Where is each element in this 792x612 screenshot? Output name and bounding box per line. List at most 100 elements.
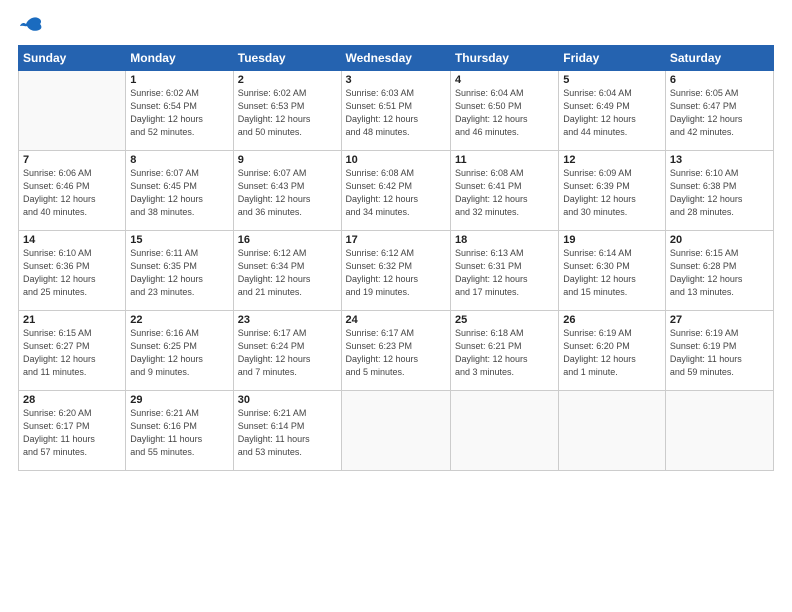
calendar-header-saturday: Saturday bbox=[665, 46, 773, 71]
calendar-cell: 25Sunrise: 6:18 AM Sunset: 6:21 PM Dayli… bbox=[450, 311, 558, 391]
day-number: 8 bbox=[130, 154, 228, 166]
calendar-header-sunday: Sunday bbox=[19, 46, 126, 71]
day-number: 15 bbox=[130, 234, 228, 246]
day-number: 4 bbox=[455, 74, 554, 86]
day-number: 11 bbox=[455, 154, 554, 166]
day-number: 3 bbox=[346, 74, 446, 86]
day-info: Sunrise: 6:04 AM Sunset: 6:50 PM Dayligh… bbox=[455, 87, 554, 139]
day-info: Sunrise: 6:15 AM Sunset: 6:28 PM Dayligh… bbox=[670, 247, 769, 299]
calendar-header-wednesday: Wednesday bbox=[341, 46, 450, 71]
calendar-cell: 27Sunrise: 6:19 AM Sunset: 6:19 PM Dayli… bbox=[665, 311, 773, 391]
calendar-cell: 21Sunrise: 6:15 AM Sunset: 6:27 PM Dayli… bbox=[19, 311, 126, 391]
day-info: Sunrise: 6:12 AM Sunset: 6:34 PM Dayligh… bbox=[238, 247, 337, 299]
day-number: 12 bbox=[563, 154, 661, 166]
calendar-cell bbox=[450, 391, 558, 471]
day-info: Sunrise: 6:13 AM Sunset: 6:31 PM Dayligh… bbox=[455, 247, 554, 299]
day-info: Sunrise: 6:06 AM Sunset: 6:46 PM Dayligh… bbox=[23, 167, 121, 219]
calendar-cell: 15Sunrise: 6:11 AM Sunset: 6:35 PM Dayli… bbox=[126, 231, 233, 311]
day-number: 22 bbox=[130, 314, 228, 326]
day-number: 26 bbox=[563, 314, 661, 326]
day-number: 30 bbox=[238, 394, 337, 406]
day-info: Sunrise: 6:05 AM Sunset: 6:47 PM Dayligh… bbox=[670, 87, 769, 139]
calendar-cell: 29Sunrise: 6:21 AM Sunset: 6:16 PM Dayli… bbox=[126, 391, 233, 471]
calendar-cell: 19Sunrise: 6:14 AM Sunset: 6:30 PM Dayli… bbox=[559, 231, 666, 311]
calendar-header-row: SundayMondayTuesdayWednesdayThursdayFrid… bbox=[19, 46, 774, 71]
day-number: 5 bbox=[563, 74, 661, 86]
day-number: 18 bbox=[455, 234, 554, 246]
day-info: Sunrise: 6:02 AM Sunset: 6:54 PM Dayligh… bbox=[130, 87, 228, 139]
day-number: 23 bbox=[238, 314, 337, 326]
calendar-body: 1Sunrise: 6:02 AM Sunset: 6:54 PM Daylig… bbox=[19, 71, 774, 471]
calendar-cell: 13Sunrise: 6:10 AM Sunset: 6:38 PM Dayli… bbox=[665, 151, 773, 231]
calendar-cell: 11Sunrise: 6:08 AM Sunset: 6:41 PM Dayli… bbox=[450, 151, 558, 231]
day-number: 16 bbox=[238, 234, 337, 246]
calendar-cell: 3Sunrise: 6:03 AM Sunset: 6:51 PM Daylig… bbox=[341, 71, 450, 151]
day-info: Sunrise: 6:08 AM Sunset: 6:42 PM Dayligh… bbox=[346, 167, 446, 219]
day-number: 27 bbox=[670, 314, 769, 326]
calendar-cell: 18Sunrise: 6:13 AM Sunset: 6:31 PM Dayli… bbox=[450, 231, 558, 311]
day-info: Sunrise: 6:19 AM Sunset: 6:19 PM Dayligh… bbox=[670, 327, 769, 379]
day-number: 29 bbox=[130, 394, 228, 406]
day-info: Sunrise: 6:03 AM Sunset: 6:51 PM Dayligh… bbox=[346, 87, 446, 139]
day-info: Sunrise: 6:19 AM Sunset: 6:20 PM Dayligh… bbox=[563, 327, 661, 379]
calendar-cell: 10Sunrise: 6:08 AM Sunset: 6:42 PM Dayli… bbox=[341, 151, 450, 231]
calendar-cell: 5Sunrise: 6:04 AM Sunset: 6:49 PM Daylig… bbox=[559, 71, 666, 151]
calendar-week-row: 28Sunrise: 6:20 AM Sunset: 6:17 PM Dayli… bbox=[19, 391, 774, 471]
day-info: Sunrise: 6:10 AM Sunset: 6:38 PM Dayligh… bbox=[670, 167, 769, 219]
calendar-week-row: 21Sunrise: 6:15 AM Sunset: 6:27 PM Dayli… bbox=[19, 311, 774, 391]
calendar-cell: 30Sunrise: 6:21 AM Sunset: 6:14 PM Dayli… bbox=[233, 391, 341, 471]
day-number: 17 bbox=[346, 234, 446, 246]
logo bbox=[18, 16, 42, 35]
calendar-cell: 24Sunrise: 6:17 AM Sunset: 6:23 PM Dayli… bbox=[341, 311, 450, 391]
calendar-cell: 22Sunrise: 6:16 AM Sunset: 6:25 PM Dayli… bbox=[126, 311, 233, 391]
day-info: Sunrise: 6:21 AM Sunset: 6:14 PM Dayligh… bbox=[238, 407, 337, 459]
day-info: Sunrise: 6:07 AM Sunset: 6:43 PM Dayligh… bbox=[238, 167, 337, 219]
calendar-cell: 7Sunrise: 6:06 AM Sunset: 6:46 PM Daylig… bbox=[19, 151, 126, 231]
calendar-cell bbox=[341, 391, 450, 471]
day-number: 6 bbox=[670, 74, 769, 86]
day-number: 20 bbox=[670, 234, 769, 246]
calendar-cell: 14Sunrise: 6:10 AM Sunset: 6:36 PM Dayli… bbox=[19, 231, 126, 311]
day-number: 9 bbox=[238, 154, 337, 166]
day-number: 10 bbox=[346, 154, 446, 166]
day-info: Sunrise: 6:12 AM Sunset: 6:32 PM Dayligh… bbox=[346, 247, 446, 299]
day-info: Sunrise: 6:09 AM Sunset: 6:39 PM Dayligh… bbox=[563, 167, 661, 219]
day-number: 2 bbox=[238, 74, 337, 86]
day-number: 7 bbox=[23, 154, 121, 166]
page-header bbox=[18, 16, 774, 35]
calendar-cell: 28Sunrise: 6:20 AM Sunset: 6:17 PM Dayli… bbox=[19, 391, 126, 471]
day-number: 25 bbox=[455, 314, 554, 326]
day-info: Sunrise: 6:18 AM Sunset: 6:21 PM Dayligh… bbox=[455, 327, 554, 379]
day-number: 28 bbox=[23, 394, 121, 406]
day-number: 14 bbox=[23, 234, 121, 246]
calendar-cell: 16Sunrise: 6:12 AM Sunset: 6:34 PM Dayli… bbox=[233, 231, 341, 311]
calendar-cell: 6Sunrise: 6:05 AM Sunset: 6:47 PM Daylig… bbox=[665, 71, 773, 151]
calendar-cell: 26Sunrise: 6:19 AM Sunset: 6:20 PM Dayli… bbox=[559, 311, 666, 391]
day-info: Sunrise: 6:14 AM Sunset: 6:30 PM Dayligh… bbox=[563, 247, 661, 299]
calendar-cell: 1Sunrise: 6:02 AM Sunset: 6:54 PM Daylig… bbox=[126, 71, 233, 151]
day-info: Sunrise: 6:17 AM Sunset: 6:24 PM Dayligh… bbox=[238, 327, 337, 379]
calendar-header-monday: Monday bbox=[126, 46, 233, 71]
calendar-cell: 20Sunrise: 6:15 AM Sunset: 6:28 PM Dayli… bbox=[665, 231, 773, 311]
calendar-cell: 23Sunrise: 6:17 AM Sunset: 6:24 PM Dayli… bbox=[233, 311, 341, 391]
day-info: Sunrise: 6:11 AM Sunset: 6:35 PM Dayligh… bbox=[130, 247, 228, 299]
calendar-header-friday: Friday bbox=[559, 46, 666, 71]
calendar-cell: 12Sunrise: 6:09 AM Sunset: 6:39 PM Dayli… bbox=[559, 151, 666, 231]
calendar-cell bbox=[19, 71, 126, 151]
calendar-week-row: 14Sunrise: 6:10 AM Sunset: 6:36 PM Dayli… bbox=[19, 231, 774, 311]
day-info: Sunrise: 6:08 AM Sunset: 6:41 PM Dayligh… bbox=[455, 167, 554, 219]
calendar-header-thursday: Thursday bbox=[450, 46, 558, 71]
calendar-cell: 9Sunrise: 6:07 AM Sunset: 6:43 PM Daylig… bbox=[233, 151, 341, 231]
calendar-cell: 8Sunrise: 6:07 AM Sunset: 6:45 PM Daylig… bbox=[126, 151, 233, 231]
calendar-header-tuesday: Tuesday bbox=[233, 46, 341, 71]
day-info: Sunrise: 6:04 AM Sunset: 6:49 PM Dayligh… bbox=[563, 87, 661, 139]
calendar-cell bbox=[665, 391, 773, 471]
day-info: Sunrise: 6:10 AM Sunset: 6:36 PM Dayligh… bbox=[23, 247, 121, 299]
day-info: Sunrise: 6:16 AM Sunset: 6:25 PM Dayligh… bbox=[130, 327, 228, 379]
day-info: Sunrise: 6:20 AM Sunset: 6:17 PM Dayligh… bbox=[23, 407, 121, 459]
day-number: 13 bbox=[670, 154, 769, 166]
day-number: 19 bbox=[563, 234, 661, 246]
calendar-cell: 2Sunrise: 6:02 AM Sunset: 6:53 PM Daylig… bbox=[233, 71, 341, 151]
calendar-week-row: 7Sunrise: 6:06 AM Sunset: 6:46 PM Daylig… bbox=[19, 151, 774, 231]
day-info: Sunrise: 6:02 AM Sunset: 6:53 PM Dayligh… bbox=[238, 87, 337, 139]
